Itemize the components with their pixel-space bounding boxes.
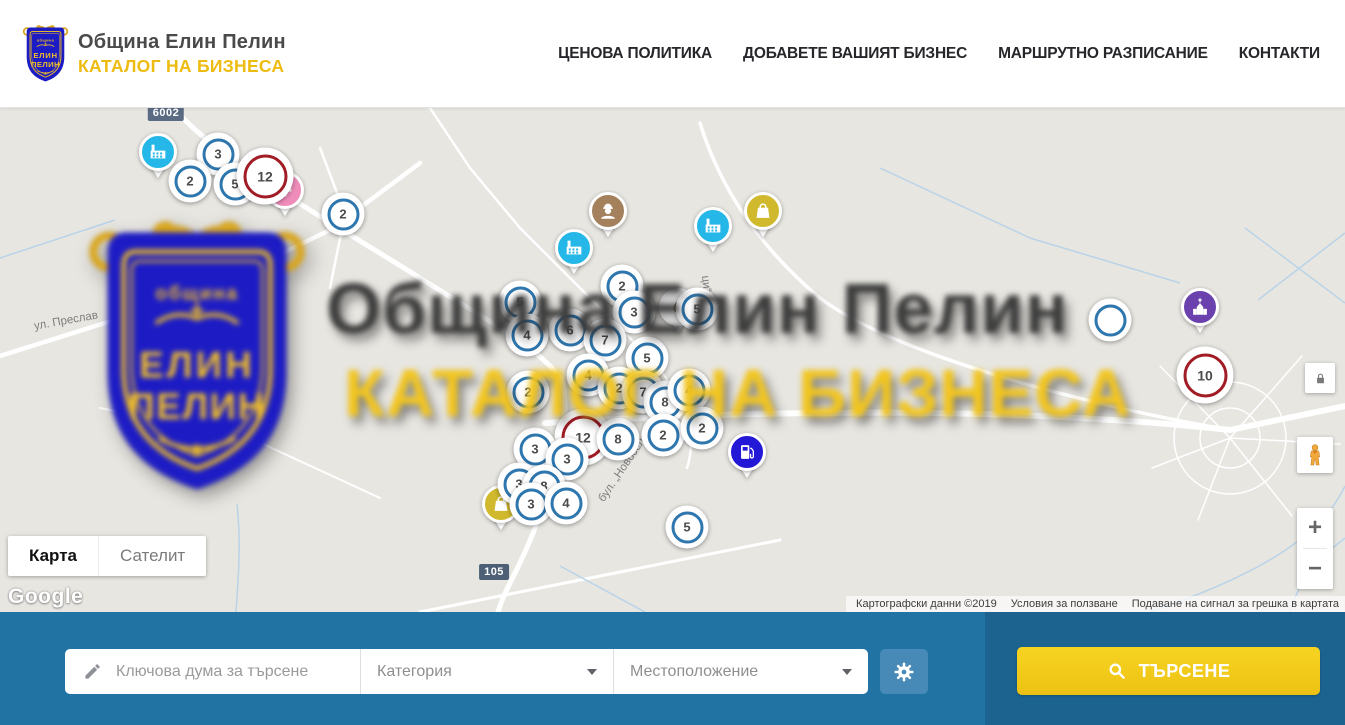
search-button-panel: ТЪРСЕНЕ (985, 612, 1345, 725)
nav-item-add-business[interactable]: ДОБАВЕТЕ ВАШИЯТ БИЗНЕС (743, 45, 967, 63)
map-pin-bag[interactable] (741, 192, 785, 248)
cluster-count: 5 (683, 520, 690, 535)
cluster-count: 4 (584, 368, 591, 383)
gear-icon (893, 661, 915, 683)
map-cluster-marker[interactable]: 2 (322, 193, 365, 236)
pencil-icon (83, 662, 102, 681)
map-cluster-marker[interactable]: 4 (506, 314, 549, 357)
cluster-count: 3 (630, 305, 637, 320)
fuel-icon (736, 441, 758, 463)
site-header: Община Елин Пелин КАТАЛОГ НА БИЗНЕСА ЦЕН… (0, 0, 1345, 108)
map-cluster-marker[interactable]: 4 (668, 369, 711, 412)
location-select[interactable]: Местоположение (613, 649, 868, 694)
cluster-count: 3 (527, 497, 534, 512)
cluster-count: 5 (693, 302, 700, 317)
search-button[interactable]: ТЪРСЕНЕ (1017, 647, 1320, 695)
map-lock-button[interactable] (1305, 363, 1335, 393)
cluster-count: 2 (339, 207, 346, 222)
map-pin-factory[interactable] (691, 207, 735, 263)
map-cluster-marker[interactable]: 2 (642, 414, 685, 457)
map-attribution: Картографски данни ©2019 Условия за полз… (846, 596, 1345, 612)
cluster-count: 10 (1197, 367, 1213, 383)
map-cluster-marker[interactable] (1089, 299, 1132, 342)
advanced-search-button[interactable] (880, 649, 928, 694)
location-select-label: Местоположение (630, 663, 758, 681)
map-cluster-marker[interactable]: 2 (507, 371, 550, 414)
attribution-copyright: Картографски данни ©2019 (856, 598, 997, 610)
map-type-control: Карта Сателит (8, 536, 206, 576)
map-cluster-marker[interactable]: 12 (237, 148, 294, 205)
nav-item-pricing[interactable]: ЦЕНОВА ПОЛИТИКА (558, 45, 712, 63)
cluster-count: 4 (685, 383, 692, 398)
category-select-label: Категория (377, 663, 452, 681)
factory-icon (563, 237, 585, 259)
map-canvas[interactable]: 6002 105 ул. Преслав бул. „Новосел ци“ 3… (0, 108, 1345, 612)
map-type-satellite-button[interactable]: Сателит (98, 536, 206, 576)
cluster-count: 5 (643, 351, 650, 366)
church-icon (1189, 296, 1211, 318)
cluster-count: 7 (601, 333, 608, 348)
map-zoom-control: + − (1297, 508, 1333, 589)
nav-item-route-schedule[interactable]: МАРШРУТНО РАЗПИСАНИЕ (998, 45, 1208, 63)
municipality-crest-icon (22, 23, 69, 85)
worker-icon (597, 200, 619, 222)
zoom-in-button[interactable]: + (1297, 508, 1333, 548)
map-pin-factory[interactable] (552, 229, 596, 285)
cluster-count: 5 (516, 295, 523, 310)
logo-org-name: Община Елин Пелин (78, 31, 286, 54)
cluster-count: 12 (257, 168, 273, 184)
search-bar: Категория Местоположение ТЪРСЕНЕ (0, 612, 1345, 725)
cluster-count: 6 (566, 323, 573, 338)
cluster-count: 2 (186, 174, 193, 189)
zoom-out-button[interactable]: − (1297, 549, 1333, 589)
map-cluster-marker[interactable]: 4 (545, 482, 588, 525)
factory-icon (702, 215, 724, 237)
map-pin-church[interactable] (1178, 288, 1222, 344)
site-logo[interactable]: Община Елин Пелин КАТАЛОГ НА БИЗНЕСА (22, 23, 286, 85)
cluster-count: 4 (523, 328, 530, 343)
cluster-count: 2 (524, 385, 531, 400)
map-cluster-marker[interactable]: 5 (666, 506, 709, 549)
cluster-count: 8 (614, 432, 621, 447)
map-cluster-marker[interactable]: 8 (597, 418, 640, 461)
cluster-count: 8 (661, 395, 668, 410)
search-button-label: ТЪРСЕНЕ (1139, 661, 1231, 682)
attribution-report-link[interactable]: Подаване на сигнал за грешка в картата (1132, 598, 1339, 610)
search-icon (1107, 661, 1127, 681)
lock-icon (1313, 371, 1328, 386)
cluster-count: 3 (531, 442, 538, 457)
logo-product-name: КАТАЛОГ НА БИЗНЕСА (78, 56, 286, 77)
google-logo[interactable]: Google (8, 585, 83, 609)
category-select[interactable]: Категория (360, 649, 613, 694)
nav-item-contacts[interactable]: КОНТАКТИ (1239, 45, 1320, 63)
street-view-pegman-button[interactable] (1297, 437, 1333, 473)
cluster-count: 3 (214, 147, 221, 162)
keyword-search-input[interactable] (116, 663, 360, 681)
cluster-count: 4 (562, 496, 569, 511)
keyword-field (65, 649, 360, 694)
bag-icon (752, 200, 774, 222)
map-cluster-marker[interactable]: 10 (1177, 347, 1234, 404)
map-type-map-button[interactable]: Карта (8, 536, 98, 576)
chevron-down-icon (842, 669, 852, 675)
cluster-count: 2 (698, 421, 705, 436)
logo-text: Община Елин Пелин КАТАЛОГ НА БИЗНЕСА (78, 31, 286, 77)
pegman-icon (1303, 443, 1327, 467)
cluster-count: 3 (563, 452, 570, 467)
attribution-terms-link[interactable]: Условия за ползване (1011, 598, 1118, 610)
factory-icon (147, 141, 169, 163)
chevron-down-icon (587, 669, 597, 675)
map-cluster-marker[interactable]: 5 (676, 288, 719, 331)
main-nav: ЦЕНОВА ПОЛИТИКА ДОБАВЕТЕ ВАШИЯТ БИЗНЕС М… (558, 45, 1320, 63)
search-fields-group: Категория Местоположение (65, 649, 868, 694)
map-pin-fuel[interactable] (725, 433, 769, 489)
cluster-count: 2 (659, 428, 666, 443)
map-cluster-marker[interactable]: 2 (681, 407, 724, 450)
map-cluster-marker[interactable]: 2 (169, 160, 212, 203)
